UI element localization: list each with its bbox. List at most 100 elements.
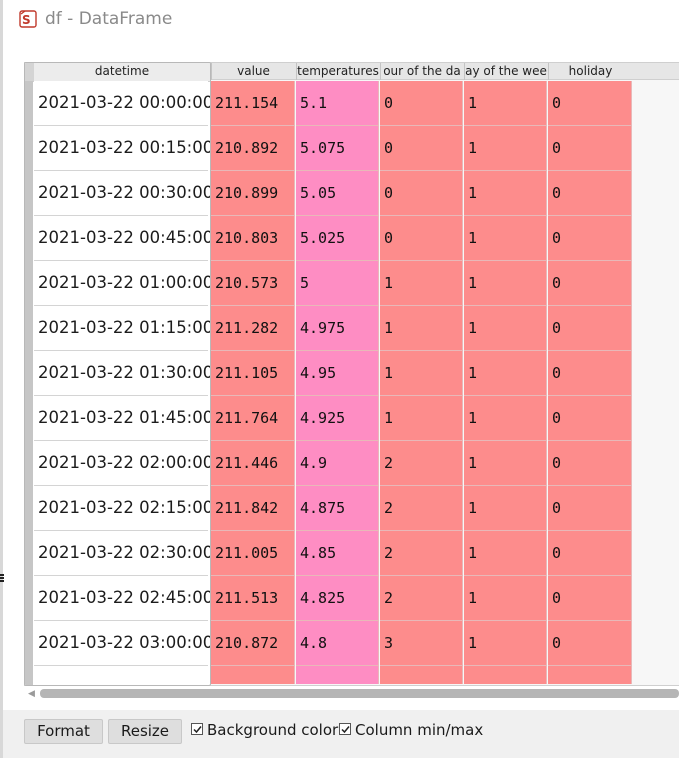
splitter-handle[interactable] [0,574,4,584]
table-cell[interactable]: 1 [464,306,547,351]
table-cell[interactable]: 210.803 [211,216,295,261]
cell-value: 210.892 [215,139,279,157]
format-button[interactable]: Format [24,719,103,744]
index-cell[interactable]: 2021-03-22 00:30:00 [34,171,210,216]
table-cell[interactable]: 211.842 [211,486,295,531]
cell-value: 0 [384,184,394,202]
table-cell[interactable]: 210.899 [211,171,295,216]
scroll-left-icon[interactable]: ◀ [28,688,38,700]
table-cell[interactable]: 1 [464,351,547,396]
index-header[interactable]: datetime [25,63,210,82]
table-cell[interactable]: 0 [548,531,632,576]
table-cell[interactable]: 1 [464,126,547,171]
table-cell[interactable]: 4.975 [296,306,379,351]
table-cell[interactable]: 2 [380,576,463,621]
table-cell[interactable]: 0 [548,576,632,621]
background-color-checkbox[interactable] [191,723,203,735]
table-cell[interactable]: 1 [464,216,547,261]
table-cell[interactable]: 0 [548,216,632,261]
table-cell[interactable]: 1 [380,351,463,396]
index-cell[interactable]: 2021-03-22 01:30:00 [34,351,210,396]
table-cell[interactable]: 0 [548,621,632,666]
table-cell[interactable]: 0 [548,81,632,126]
table-cell[interactable]: 5.075 [296,126,379,171]
table-cell[interactable]: 211.513 [211,576,295,621]
window-title: df - DataFrame [45,9,173,29]
table-cell[interactable]: 4.875 [296,486,379,531]
table-cell[interactable]: 0 [548,441,632,486]
table-cell[interactable]: 0 [548,486,632,531]
table-cell[interactable]: 4.85 [296,531,379,576]
table-cell[interactable]: 2 [380,531,463,576]
table-cell[interactable]: 2 [380,486,463,531]
table-cell[interactable]: 5.05 [296,171,379,216]
table-cell[interactable]: 2 [380,441,463,486]
column-header-row: value temperatures our of the da ay of the … [211,62,679,80]
index-cell[interactable]: 2021-03-22 01:00:00 [34,261,210,306]
table-cell[interactable]: 5.1 [296,81,379,126]
column-header[interactable]: ay of the wee [464,63,547,80]
table-cell[interactable]: 0 [548,396,632,441]
table-cell[interactable]: 1 [464,441,547,486]
table-cell[interactable]: 1 [464,171,547,216]
index-cell[interactable]: 2021-03-22 00:45:00 [34,216,210,261]
table-cell[interactable]: 1 [464,81,547,126]
table-cell[interactable]: 210.892 [211,126,295,171]
table-cell[interactable]: 4.9 [296,441,379,486]
table-cell[interactable]: 0 [548,126,632,171]
table-cell[interactable]: 1 [380,261,463,306]
index-cell[interactable]: 2021-03-22 02:00:00 [34,441,210,486]
table-cell[interactable]: 1 [464,396,547,441]
table-cell[interactable]: 211.005 [211,531,295,576]
table-cell[interactable]: 5.025 [296,216,379,261]
table-cell[interactable]: 210.872 [211,621,295,666]
table-cell[interactable]: 5 [296,261,379,306]
table-cell[interactable]: 1 [464,621,547,666]
column-minmax-label[interactable]: Column min/max [355,721,483,739]
index-cell[interactable]: 2021-03-22 02:45:00 [34,576,210,621]
index-cell[interactable]: 2021-03-22 01:45:00 [34,396,210,441]
index-cell[interactable]: 2021-03-22 02:15:00 [34,486,210,531]
table-cell[interactable]: 4.95 [296,351,379,396]
table-cell[interactable]: 211.154 [211,81,295,126]
table-cell[interactable]: 1 [464,576,547,621]
table-cell[interactable]: 211.764 [211,396,295,441]
table-cell[interactable]: 211.282 [211,306,295,351]
cell-value: 1 [384,274,394,292]
index-cell[interactable]: 2021-03-22 03:00:00 [34,621,210,666]
table-cell[interactable]: 0 [548,351,632,396]
index-cell[interactable]: 2021-03-22 00:15:00 [34,126,210,171]
table-cell[interactable]: 1 [464,531,547,576]
index-cell[interactable]: 2021-03-22 00:00:00 [34,81,210,126]
column-header[interactable]: temperatures [296,63,379,80]
background-color-label[interactable]: Background color [207,721,338,739]
scrollbar-thumb[interactable] [40,689,679,698]
table-cell[interactable]: 0 [380,171,463,216]
column-header[interactable]: value [211,63,295,80]
table-cell[interactable]: 4.925 [296,396,379,441]
table-cell[interactable]: 0 [380,216,463,261]
column-header[interactable]: holiday [548,63,632,80]
table-cell[interactable]: 1 [380,396,463,441]
table-cell[interactable]: 0 [380,126,463,171]
table-cell[interactable]: 3 [380,621,463,666]
table-cell[interactable]: 211.105 [211,351,295,396]
table-cell[interactable]: 0 [548,261,632,306]
index-cell[interactable]: 2021-03-22 02:30:00 [34,531,210,576]
table-cell[interactable]: 4.825 [296,576,379,621]
table-cell[interactable]: 211.446 [211,441,295,486]
table-cell[interactable]: 0 [548,306,632,351]
table-cell[interactable]: 0 [548,171,632,216]
table-cell[interactable]: 4.8 [296,621,379,666]
table-cell[interactable]: 1 [380,306,463,351]
cell-value: 4.95 [300,364,337,382]
index-cell[interactable]: 2021-03-22 01:15:00 [34,306,210,351]
table-cell[interactable]: 1 [464,486,547,531]
horizontal-scrollbar[interactable]: ◀ [28,688,679,700]
table-cell[interactable]: 1 [464,261,547,306]
column-minmax-checkbox[interactable] [339,723,351,735]
resize-button[interactable]: Resize [108,719,182,744]
column-header[interactable]: our of the da [380,63,463,80]
table-cell[interactable]: 210.573 [211,261,295,306]
table-cell[interactable]: 0 [380,81,463,126]
